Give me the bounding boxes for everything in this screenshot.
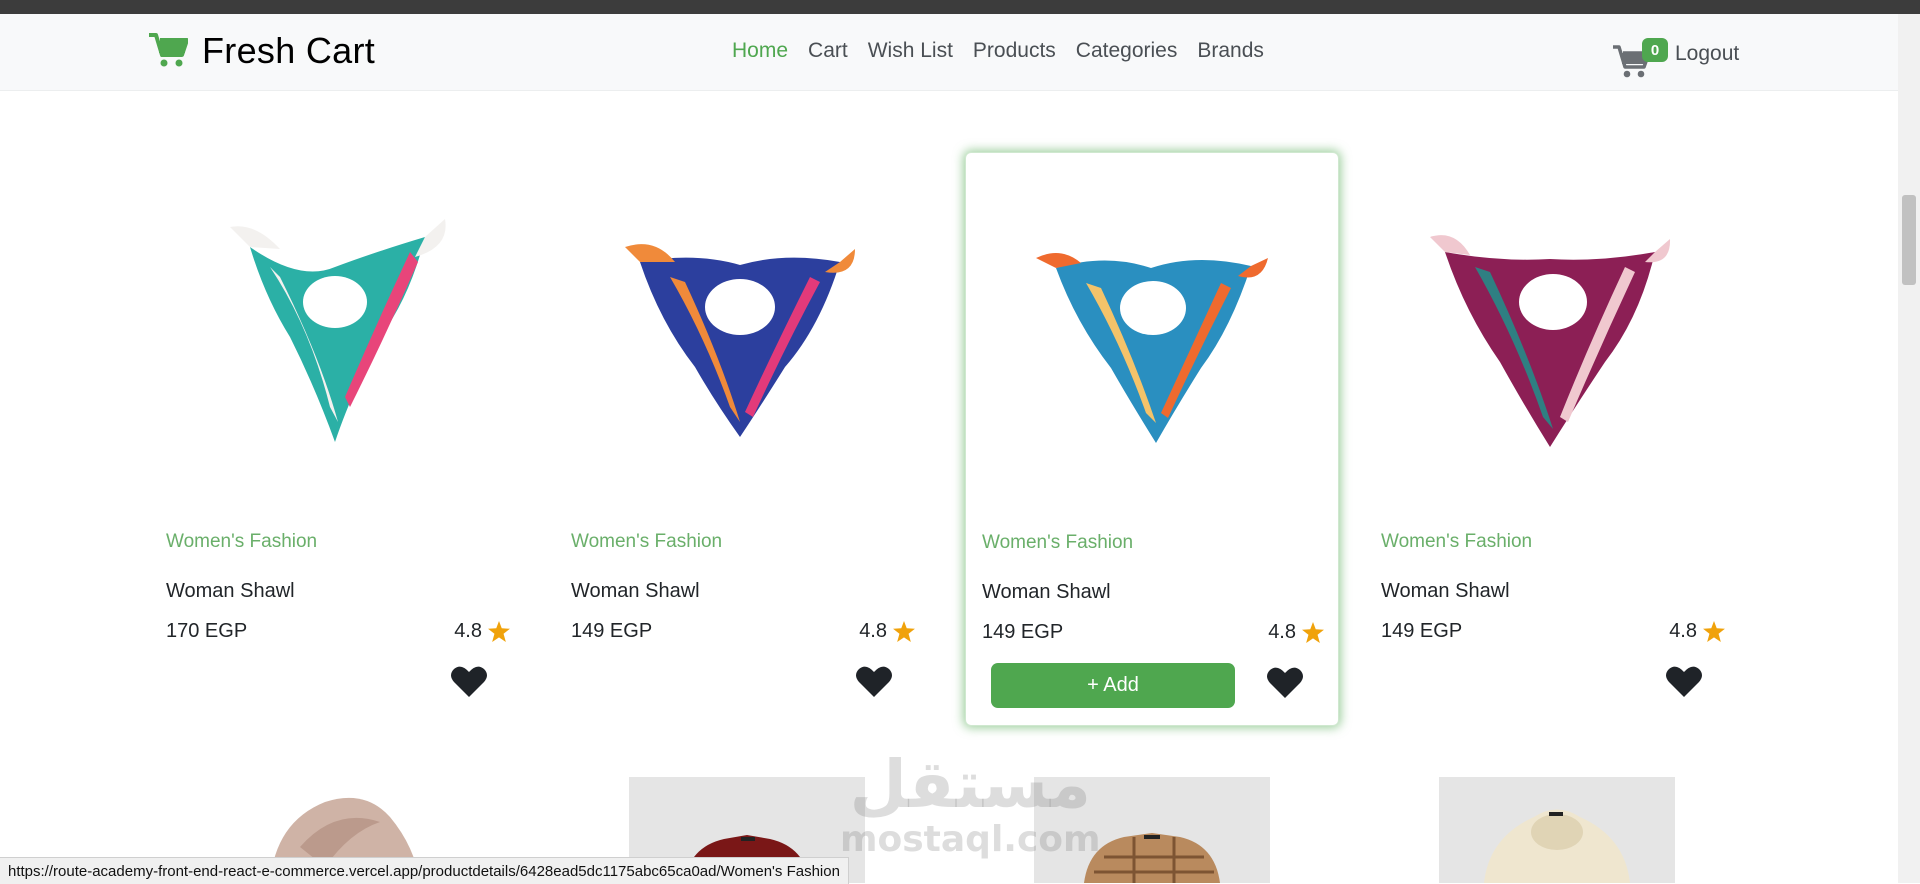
scrollbar-track[interactable] bbox=[1898, 14, 1920, 883]
nav-links: Home Cart Wish List Products Categories … bbox=[722, 39, 1274, 63]
product-rating: 4.8 bbox=[454, 620, 510, 643]
product-title[interactable]: Woman Shawl bbox=[166, 580, 295, 603]
watermark-latin: mostaql.com bbox=[840, 819, 1101, 860]
product-card[interactable]: Women's Fashion Woman Shawl 149 EGP 4.8 bbox=[555, 152, 929, 726]
product-price: 149 EGP bbox=[1381, 620, 1463, 642]
product-price: 170 EGP bbox=[166, 620, 248, 642]
watermark: مستقل mostaql.com bbox=[840, 752, 1101, 858]
star-icon bbox=[488, 621, 510, 642]
product-title[interactable]: Woman Shawl bbox=[571, 580, 700, 603]
product-title[interactable]: Woman Shawl bbox=[982, 581, 1111, 604]
logout-link[interactable]: Logout bbox=[1675, 42, 1739, 66]
rating-value: 4.8 bbox=[859, 620, 887, 642]
nav-cart-button[interactable]: 0 bbox=[1612, 30, 1668, 84]
star-icon bbox=[1302, 622, 1324, 643]
heart-icon[interactable] bbox=[1665, 664, 1703, 698]
product-image-shawl bbox=[1430, 235, 1671, 447]
rating-value: 4.8 bbox=[1268, 621, 1296, 643]
add-to-cart-button[interactable]: + Add bbox=[991, 663, 1235, 708]
rating-value: 4.8 bbox=[1669, 620, 1697, 642]
cart-count-badge: 0 bbox=[1642, 38, 1668, 62]
product-rating: 4.8 bbox=[859, 620, 915, 643]
heart-icon[interactable] bbox=[450, 664, 488, 698]
nav-link-brands[interactable]: Brands bbox=[1187, 39, 1274, 63]
product-image-shawl bbox=[230, 219, 446, 442]
product-card[interactable]: Women's Fashion Woman Shawl 149 EGP 4.8 bbox=[1365, 152, 1739, 726]
nav-link-cart[interactable]: Cart bbox=[798, 39, 858, 63]
brand-logo[interactable]: Fresh Cart bbox=[148, 30, 375, 72]
nav-link-products[interactable]: Products bbox=[963, 39, 1066, 63]
product-image-shawl bbox=[625, 244, 855, 437]
product-category: Women's Fashion bbox=[571, 531, 723, 552]
product-price: 149 EGP bbox=[571, 620, 653, 642]
scrollbar-thumb[interactable] bbox=[1902, 195, 1916, 285]
cart-icon bbox=[148, 32, 188, 70]
brand-name: Fresh Cart bbox=[202, 30, 376, 71]
watermark-arabic: مستقل bbox=[849, 746, 1091, 823]
nav-link-home[interactable]: Home bbox=[722, 39, 798, 63]
star-icon bbox=[893, 621, 915, 642]
browser-status-url: https://route-academy-front-end-react-e-… bbox=[0, 857, 849, 884]
nav-link-categories[interactable]: Categories bbox=[1066, 39, 1188, 63]
window-top-strip bbox=[0, 0, 1920, 14]
nav-link-wish-list[interactable]: Wish List bbox=[858, 39, 963, 63]
heart-icon[interactable] bbox=[1266, 665, 1304, 699]
product-card[interactable]: Women's Fashion Woman Shawl 149 EGP 4.8 … bbox=[965, 152, 1339, 726]
product-price: 149 EGP bbox=[982, 621, 1064, 643]
product-rating: 4.8 bbox=[1268, 621, 1324, 644]
product-rating: 4.8 bbox=[1669, 620, 1725, 643]
navbar: Fresh Cart Home Cart Wish List Products … bbox=[0, 14, 1898, 91]
product-image-hoodie[interactable] bbox=[1439, 777, 1675, 883]
rating-value: 4.8 bbox=[454, 620, 482, 642]
product-category: Women's Fashion bbox=[166, 531, 318, 552]
heart-icon[interactable] bbox=[855, 664, 893, 698]
product-image-shawl bbox=[1036, 253, 1268, 443]
product-title[interactable]: Woman Shawl bbox=[1381, 580, 1510, 603]
product-category: Women's Fashion bbox=[1381, 531, 1533, 552]
product-card[interactable]: Women's Fashion Woman Shawl 170 EGP 4.8 bbox=[150, 152, 524, 726]
star-icon bbox=[1703, 621, 1725, 642]
product-category: Women's Fashion bbox=[982, 532, 1134, 553]
